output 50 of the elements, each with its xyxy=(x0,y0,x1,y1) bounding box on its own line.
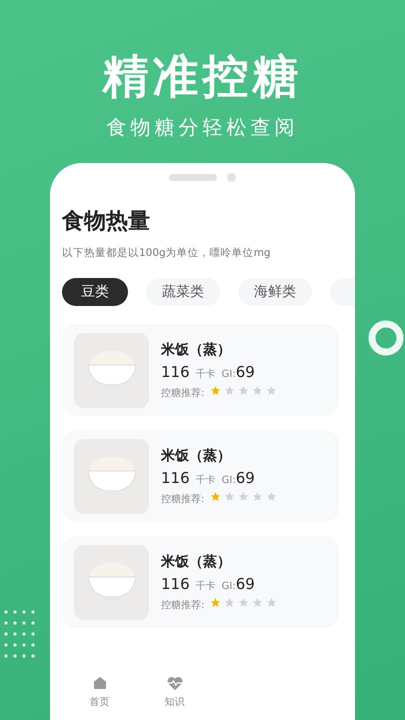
gi-value: 69 xyxy=(236,362,255,380)
star-icon xyxy=(210,490,222,502)
category-tab[interactable]: 豆类 xyxy=(62,278,128,306)
phone-speaker xyxy=(169,174,217,181)
star-icon xyxy=(210,384,222,396)
star-icon xyxy=(238,384,250,396)
phone-camera xyxy=(227,173,236,182)
star-icon xyxy=(224,490,236,502)
food-name: 米饭（蒸） xyxy=(161,552,232,570)
star-icon xyxy=(224,596,236,608)
star-icon xyxy=(224,384,236,396)
heart-pulse-icon xyxy=(166,675,184,691)
gi-label: GI: xyxy=(222,474,236,486)
nav-item[interactable]: 首页 xyxy=(62,674,137,710)
page-title: 食物热量 xyxy=(62,208,151,236)
calorie-value: 116 xyxy=(161,468,190,486)
star-icon xyxy=(252,384,264,396)
rating-label: 控糖推荐: xyxy=(161,598,204,612)
subheadline: 食物糖分轻松查阅 xyxy=(106,114,298,141)
calorie-unit: 千卡 xyxy=(196,474,216,486)
gi-value: 69 xyxy=(236,468,255,486)
calorie-value: 116 xyxy=(161,574,190,592)
home-icon xyxy=(92,675,108,691)
category-tab[interactable]: 蔬菜类 xyxy=(146,278,220,306)
gi-value: 69 xyxy=(236,574,255,592)
rating-label: 控糖推荐: xyxy=(161,386,204,400)
ring-decoration xyxy=(366,318,405,358)
star-icon xyxy=(210,596,222,608)
food-card[interactable]: 米饭（蒸） 116 千卡 GI:69 控糖推荐: xyxy=(62,430,339,522)
calorie-value: 116 xyxy=(161,362,190,380)
gi-label: GI: xyxy=(222,580,236,592)
category-tab[interactable]: 海鲜类 xyxy=(238,278,312,306)
star-icon xyxy=(252,596,264,608)
food-card[interactable]: 米饭（蒸） 116 千卡 GI:69 控糖推荐: xyxy=(62,536,339,628)
food-name: 米饭（蒸） xyxy=(161,446,232,464)
calorie-unit: 千卡 xyxy=(196,580,216,592)
star-icon xyxy=(266,384,278,396)
star-icon xyxy=(266,596,278,608)
nav-item[interactable]: 知识 xyxy=(137,674,212,710)
gi-label: GI: xyxy=(222,368,236,380)
star-icon xyxy=(252,490,264,502)
unit-hint: 以下热量都是以100g为单位，嘌呤单位mg xyxy=(62,246,272,260)
food-card[interactable]: 米饭（蒸） 116 千卡 GI:69 控糖推荐: xyxy=(62,324,339,416)
star-icon xyxy=(266,490,278,502)
star-icon xyxy=(238,596,250,608)
rating-label: 控糖推荐: xyxy=(161,492,204,506)
calorie-unit: 千卡 xyxy=(196,368,216,380)
headline: 精准控糖 xyxy=(102,48,302,104)
star-icon xyxy=(238,490,250,502)
food-name: 米饭（蒸） xyxy=(161,340,232,358)
